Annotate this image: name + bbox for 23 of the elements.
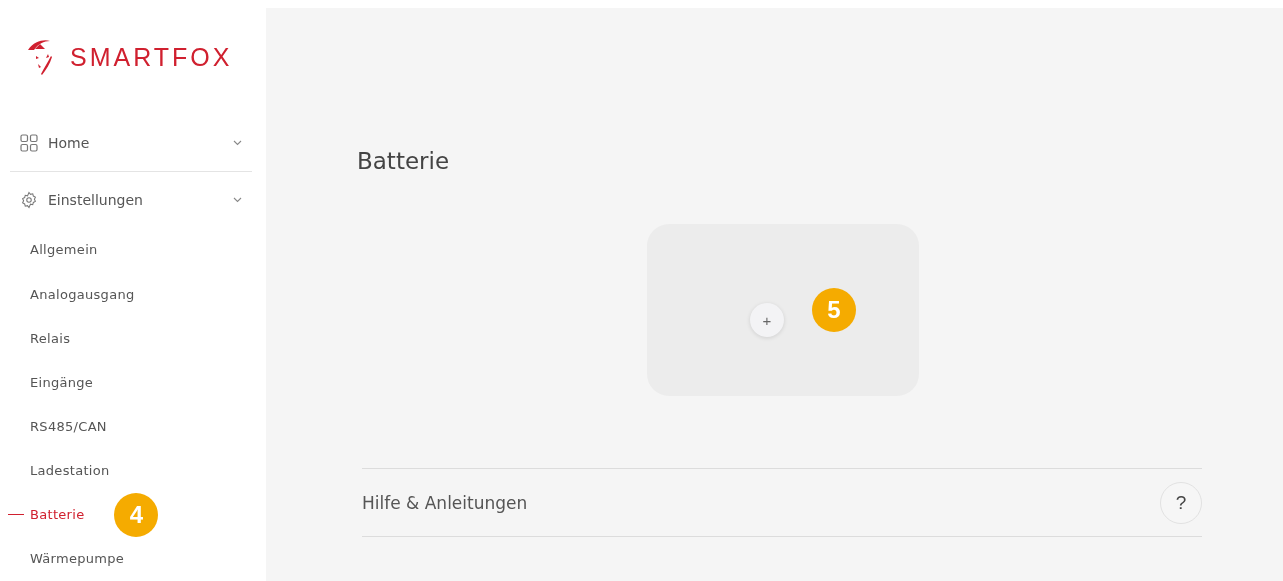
nav-item[interactable]: Einstellungen (10, 171, 252, 228)
grid-icon (20, 134, 38, 153)
chevron-icon (233, 196, 242, 203)
nav-item[interactable]: Home (10, 115, 252, 172)
submenu-item[interactable]: Allgemein (30, 242, 98, 258)
help-label: Hilfe & Anleitungen (362, 492, 528, 513)
step-marker: 5 (812, 288, 856, 332)
chevron-icon (233, 140, 242, 147)
add-button[interactable]: + (750, 303, 784, 337)
submenu-item[interactable]: Batterie (30, 507, 85, 523)
step-marker: 4 (114, 492, 159, 537)
settings-icon (20, 190, 38, 209)
help-button[interactable]: ? (1160, 481, 1202, 524)
submenu-item[interactable]: Eingänge (30, 374, 94, 390)
submenu-item[interactable]: Ladestation (30, 463, 110, 479)
active-indicator (8, 513, 24, 516)
submenu-item[interactable]: RS485/CAN (30, 418, 107, 434)
submenu-item[interactable]: Analogausgang (30, 286, 135, 302)
page-title: Batterie (357, 148, 451, 174)
submenu-item[interactable]: Relais (30, 330, 71, 346)
submenu-item[interactable]: Wärmepumpe (30, 551, 125, 567)
logo-text: SMARTFOX (70, 42, 233, 72)
help-row[interactable]: Hilfe & Anleitungen ? (362, 468, 1202, 537)
